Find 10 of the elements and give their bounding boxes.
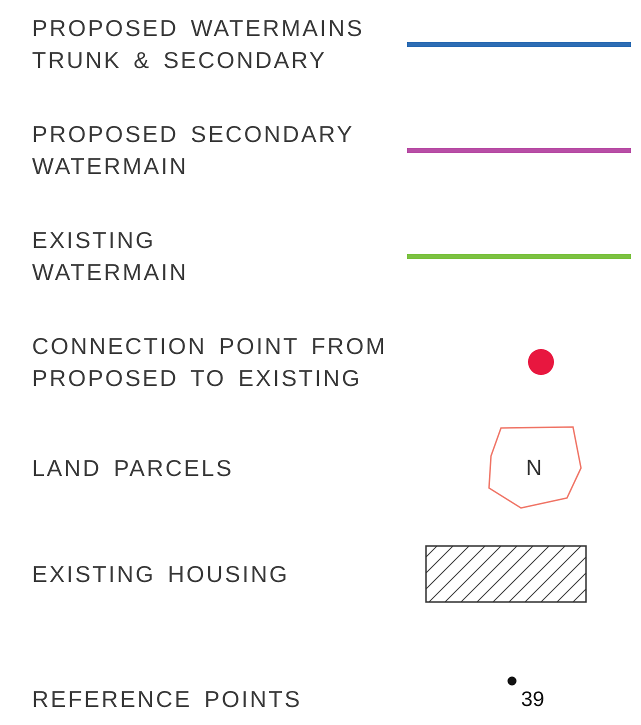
point-symbol bbox=[508, 676, 516, 685]
legend-label: PROPOSED WATERMAINS TRUNK & SECONDARY bbox=[32, 14, 366, 75]
point-number: 39 bbox=[521, 686, 544, 712]
legend-label: REFERENCE POINTS bbox=[32, 685, 303, 714]
legend-label: EXISTING WATERMAIN bbox=[32, 226, 189, 287]
parcel-letter: N bbox=[526, 455, 542, 480]
legend-label: PROPOSED SECONDARY WATERMAIN bbox=[32, 120, 356, 181]
legend-label: LAND PARCELS bbox=[32, 454, 234, 483]
legend-label: CONNECTION POINT FROM PROPOSED TO EXISTING bbox=[32, 332, 388, 393]
legend-label: EXISTING HOUSING bbox=[32, 560, 290, 589]
